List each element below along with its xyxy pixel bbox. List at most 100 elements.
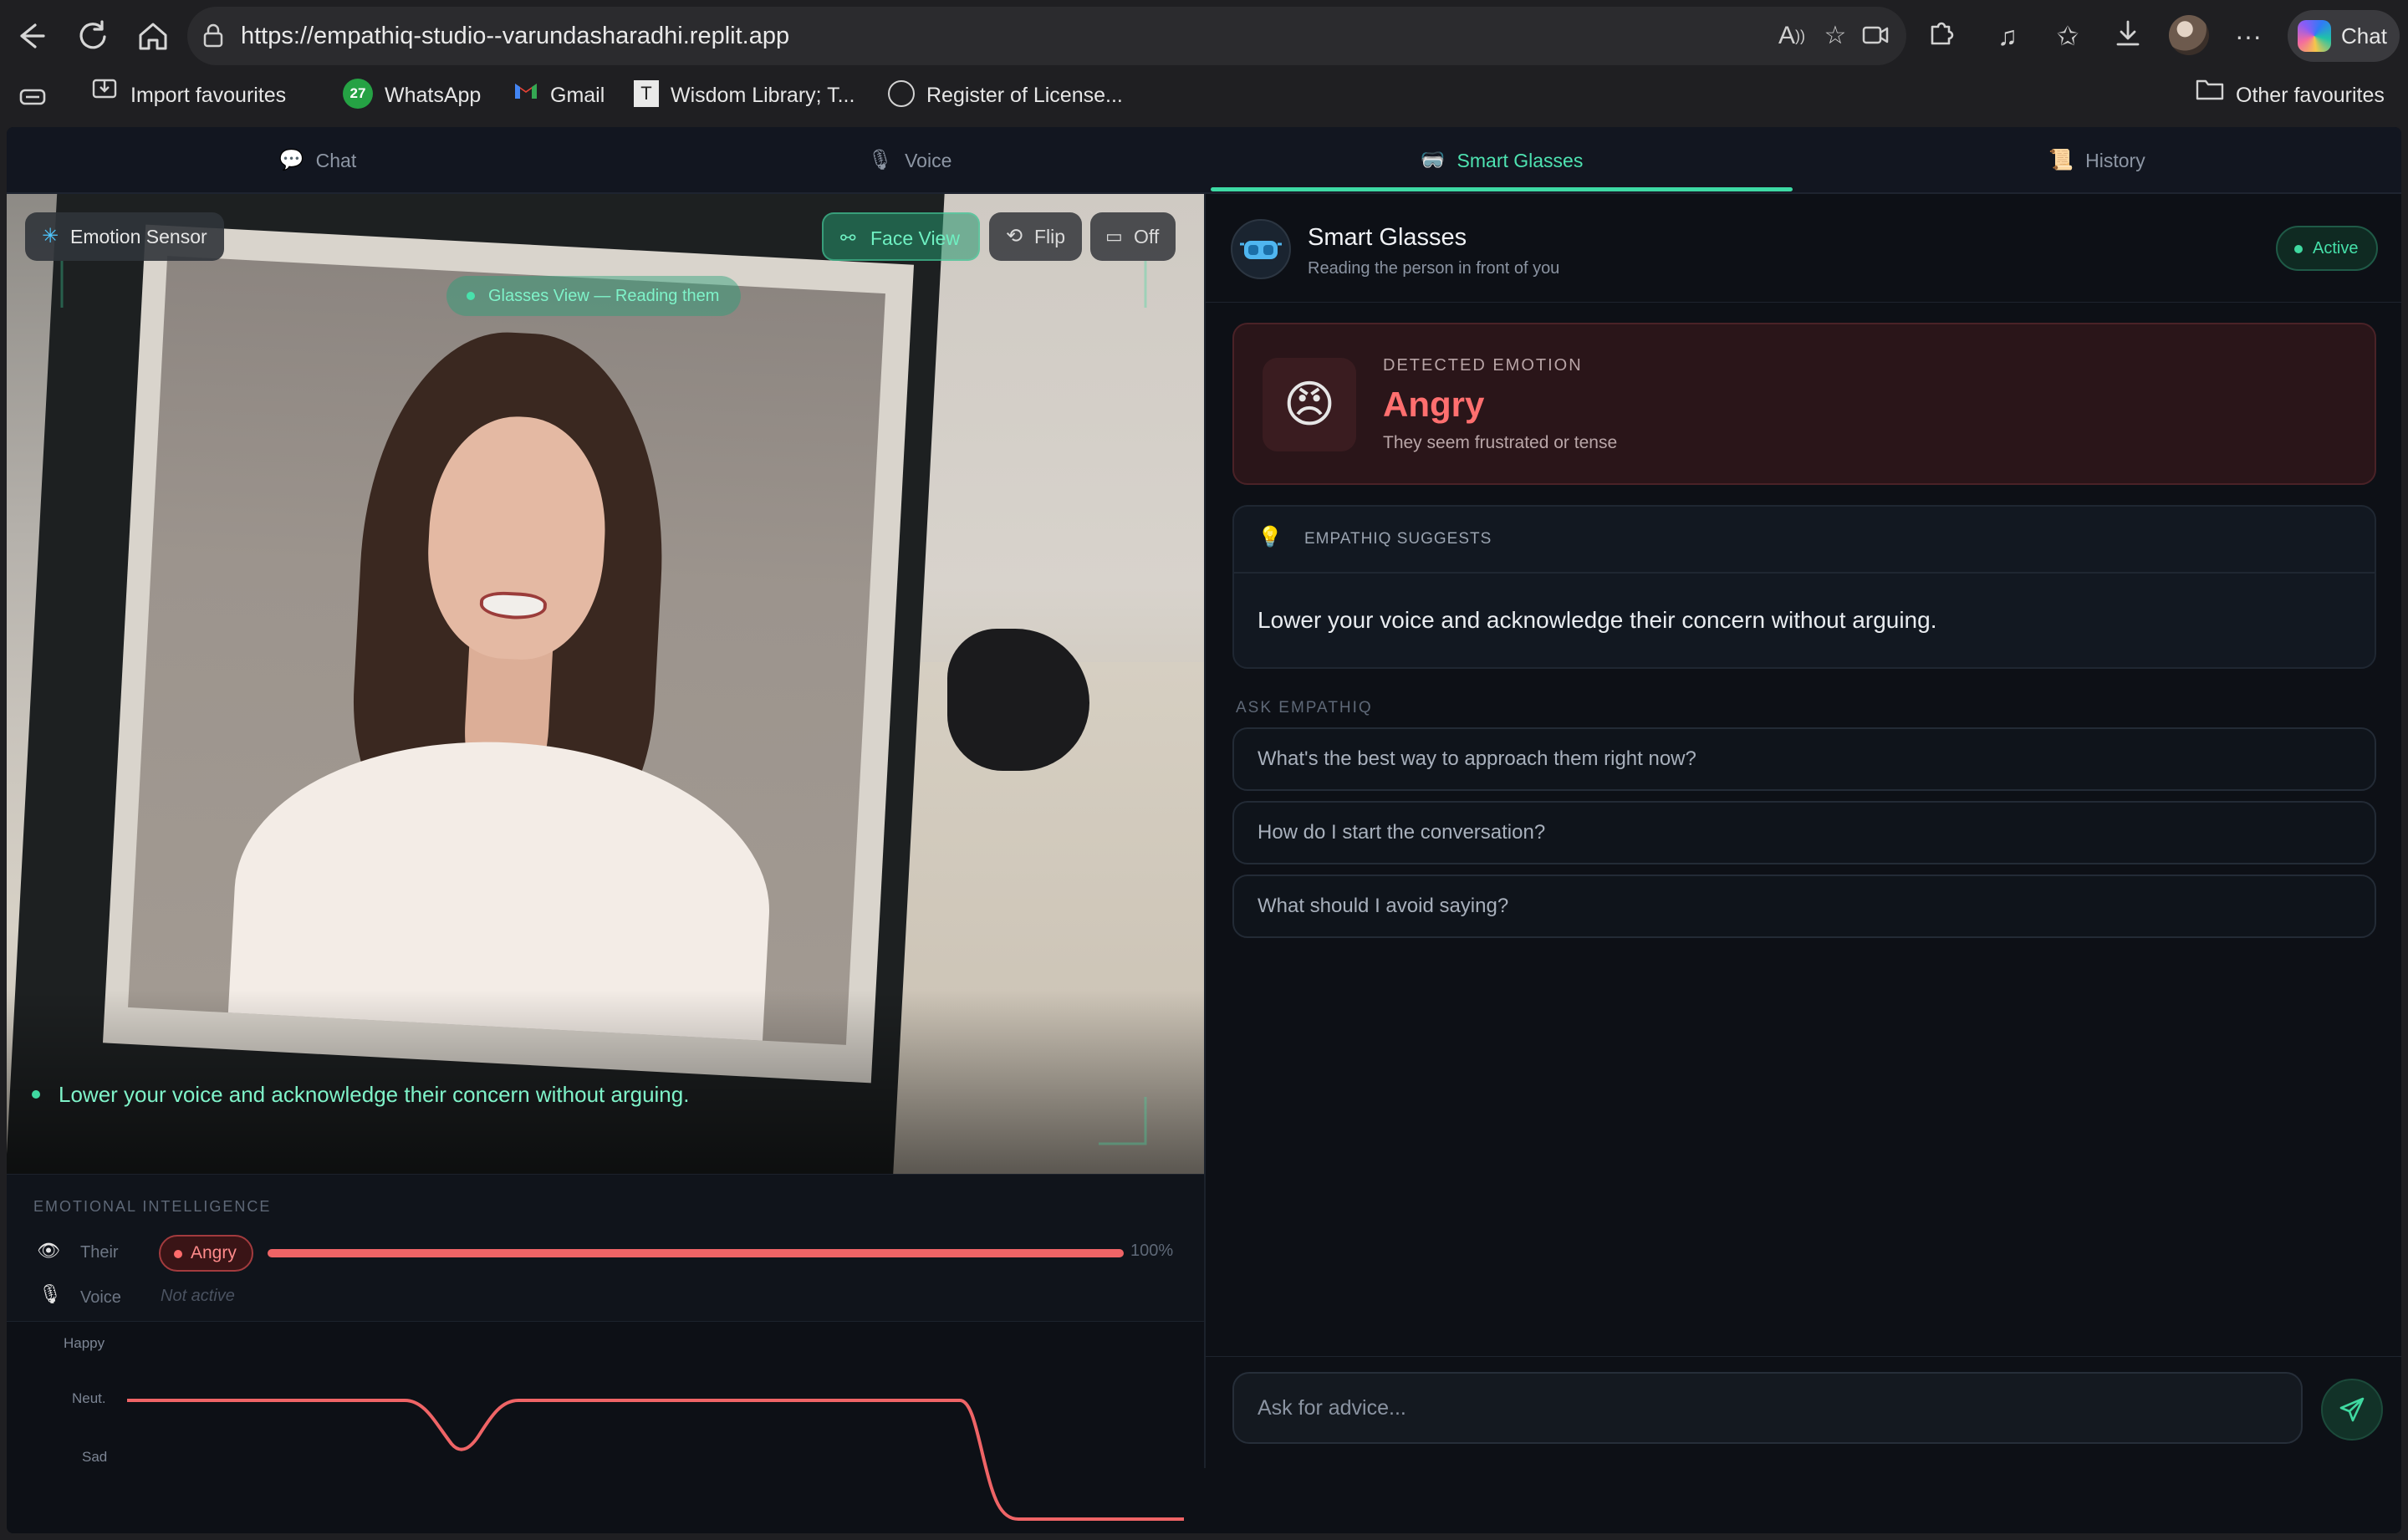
flip-label: Flip (1034, 226, 1066, 247)
profile-avatar[interactable] (2169, 15, 2209, 55)
glasses-view-badge: Glasses View — Reading them (446, 276, 742, 316)
fav-label: Other favourites (2236, 84, 2385, 107)
split-screen-icon[interactable] (1860, 20, 1891, 52)
glasses-icon: ⚯ (840, 227, 856, 248)
refresh-icon[interactable] (74, 17, 112, 55)
media-icon[interactable]: ♫ (1988, 17, 2027, 55)
voice-status: Not active (161, 1287, 235, 1305)
goggles-icon (1231, 219, 1291, 279)
emotion-dot (174, 1250, 182, 1258)
lightbulb-icon: 💡 (1258, 526, 1283, 548)
question-button[interactable]: What should I avoid saying? (1232, 875, 2376, 938)
suggestion-header: 💡 EMPATHIQ SUGGESTS (1234, 507, 2375, 574)
browser-toolbar: https://empathiq-studio--varundasharadhi… (0, 0, 2408, 72)
frame-corner-top-right (1144, 261, 1147, 308)
question-button[interactable]: What's the best way to approach them rig… (1232, 727, 2376, 791)
empathiq-app: 💬 Chat 🎙 Voice 🥽 Smart Glasses 📜 History (7, 127, 2401, 1533)
fav-gmail[interactable]: Gmail (513, 72, 605, 122)
fav-label: WhatsApp (385, 84, 482, 107)
ei-title: EMOTIONAL INTELLIGENCE (33, 1198, 272, 1215)
microphone-icon: 🎙 (38, 1283, 62, 1304)
panel-title: Smart Glasses (1308, 224, 1467, 251)
lock-icon[interactable] (202, 23, 224, 48)
suggestion-text: Lower your voice and acknowledge their c… (1258, 607, 1937, 633)
fav-whatsapp[interactable]: 27 WhatsApp (343, 72, 481, 122)
speech-bubble-icon: 💬 (278, 148, 304, 171)
register-icon (888, 80, 915, 108)
fav-other[interactable]: Other favourites (2196, 72, 2385, 122)
advice-input-area (1206, 1356, 2401, 1468)
emotional-intelligence-panel: EMOTIONAL INTELLIGENCE 👁 Their Angry 100… (7, 1174, 1204, 1321)
camera-object (947, 629, 1089, 771)
main-tabs: 💬 Chat 🎙 Voice 🥽 Smart Glasses 📜 History (7, 127, 2401, 194)
frame-corner-top-left (60, 261, 64, 308)
tab-label: Voice (905, 150, 952, 171)
caption-dot (32, 1090, 40, 1099)
read-aloud-icon[interactable]: A)) (1776, 20, 1808, 52)
their-label: Their (80, 1243, 119, 1262)
video-camera-icon: ▭ (1105, 226, 1123, 247)
face-view-button[interactable]: ⚯ Face View (822, 212, 980, 261)
scroll-icon: 📜 (2048, 148, 2074, 171)
favorites-icon[interactable]: ✩ (2048, 17, 2087, 55)
copilot-icon (2298, 20, 2331, 52)
whatsapp-icon: 27 (343, 79, 373, 110)
tab-chat[interactable]: 💬 Chat (7, 127, 629, 194)
frame-corner-bottom-right (1099, 1097, 1147, 1145)
emotion-sensor-button[interactable]: ✳ Emotion Sensor (25, 212, 224, 261)
face-view-label: Face View (870, 227, 960, 249)
favorite-star-icon[interactable]: ☆ (1819, 20, 1851, 52)
copilot-chat-button[interactable]: Chat (2288, 10, 2400, 62)
fav-label: Gmail (550, 84, 605, 107)
tab-smart-glasses[interactable]: 🥽 Smart Glasses (1211, 127, 1793, 194)
flip-button[interactable]: ⟲ Flip (989, 212, 1083, 261)
emotion-intensity-fill (268, 1249, 1124, 1257)
glasses-view-label: Glasses View — Reading them (488, 287, 720, 305)
camera-feed: ✳ Emotion Sensor ⚯ Face View ⟲ Flip ▭ Off Gl… (7, 194, 1204, 1174)
mood-line-chart (127, 1399, 1184, 1521)
voice-label: Voice (80, 1288, 121, 1307)
fav-register[interactable]: Register of License... (888, 72, 1123, 122)
advice-input[interactable] (1232, 1372, 2303, 1444)
import-icon (92, 70, 119, 117)
gmail-icon (513, 70, 538, 117)
back-icon[interactable] (13, 17, 52, 55)
copilot-label: Chat (2341, 23, 2387, 48)
status-label: Active (2313, 239, 2359, 258)
favourites-bar: Import favourites 27 WhatsApp Gmail T Wisd… (0, 72, 2408, 122)
emotion-intensity-percent: 100% (1130, 1242, 1174, 1260)
emotion-intensity-meter (268, 1249, 1124, 1257)
camera-off-button[interactable]: ▭ Off (1090, 212, 1176, 261)
angry-face-icon: 😠 (1263, 358, 1356, 451)
tab-history[interactable]: 📜 History (1793, 127, 2401, 194)
tab-actions-icon[interactable] (18, 72, 47, 122)
url-text[interactable]: https://empathiq-studio--varundasharadhi… (241, 7, 789, 65)
live-dot (467, 292, 475, 300)
fav-import[interactable]: Import favourites (92, 72, 286, 122)
eye-icon: 👁 (37, 1240, 60, 1261)
face-photo (128, 256, 885, 1045)
sensor-icon: ✳ (42, 225, 59, 247)
panel-footer (1204, 1468, 2401, 1533)
extensions-icon[interactable] (1921, 17, 1960, 55)
fav-wisdom-library[interactable]: T Wisdom Library; T... (634, 72, 855, 122)
smart-glasses-panel: Smart Glasses Reading the person in fron… (1204, 194, 2401, 1468)
tab-voice[interactable]: 🎙 Voice (609, 127, 1211, 194)
status-badge: Active (2276, 226, 2379, 271)
address-bar[interactable]: https://empathiq-studio--varundasharadhi… (187, 7, 1906, 65)
send-icon (2339, 1397, 2365, 1422)
panel-header: Smart Glasses Reading the person in fron… (1206, 194, 2401, 303)
detected-emotion-value: Angry (1383, 385, 1485, 424)
more-icon[interactable]: ··· (2229, 17, 2268, 55)
mood-timeline: Happy Neut. Sad (7, 1321, 1204, 1533)
detected-emotion-description: They seem frustrated or tense (1383, 433, 1618, 452)
panel-subtitle: Reading the person in front of you (1308, 259, 1560, 278)
downloads-icon[interactable] (2109, 17, 2147, 55)
microphone-icon: 🎙 (867, 148, 894, 171)
folder-icon (2196, 70, 2224, 117)
home-icon[interactable] (134, 17, 172, 55)
send-button[interactable] (2321, 1379, 2383, 1441)
their-emotion: Angry (191, 1243, 237, 1262)
wisdom-library-icon: T (634, 80, 659, 108)
question-button[interactable]: How do I start the conversation? (1232, 801, 2376, 864)
